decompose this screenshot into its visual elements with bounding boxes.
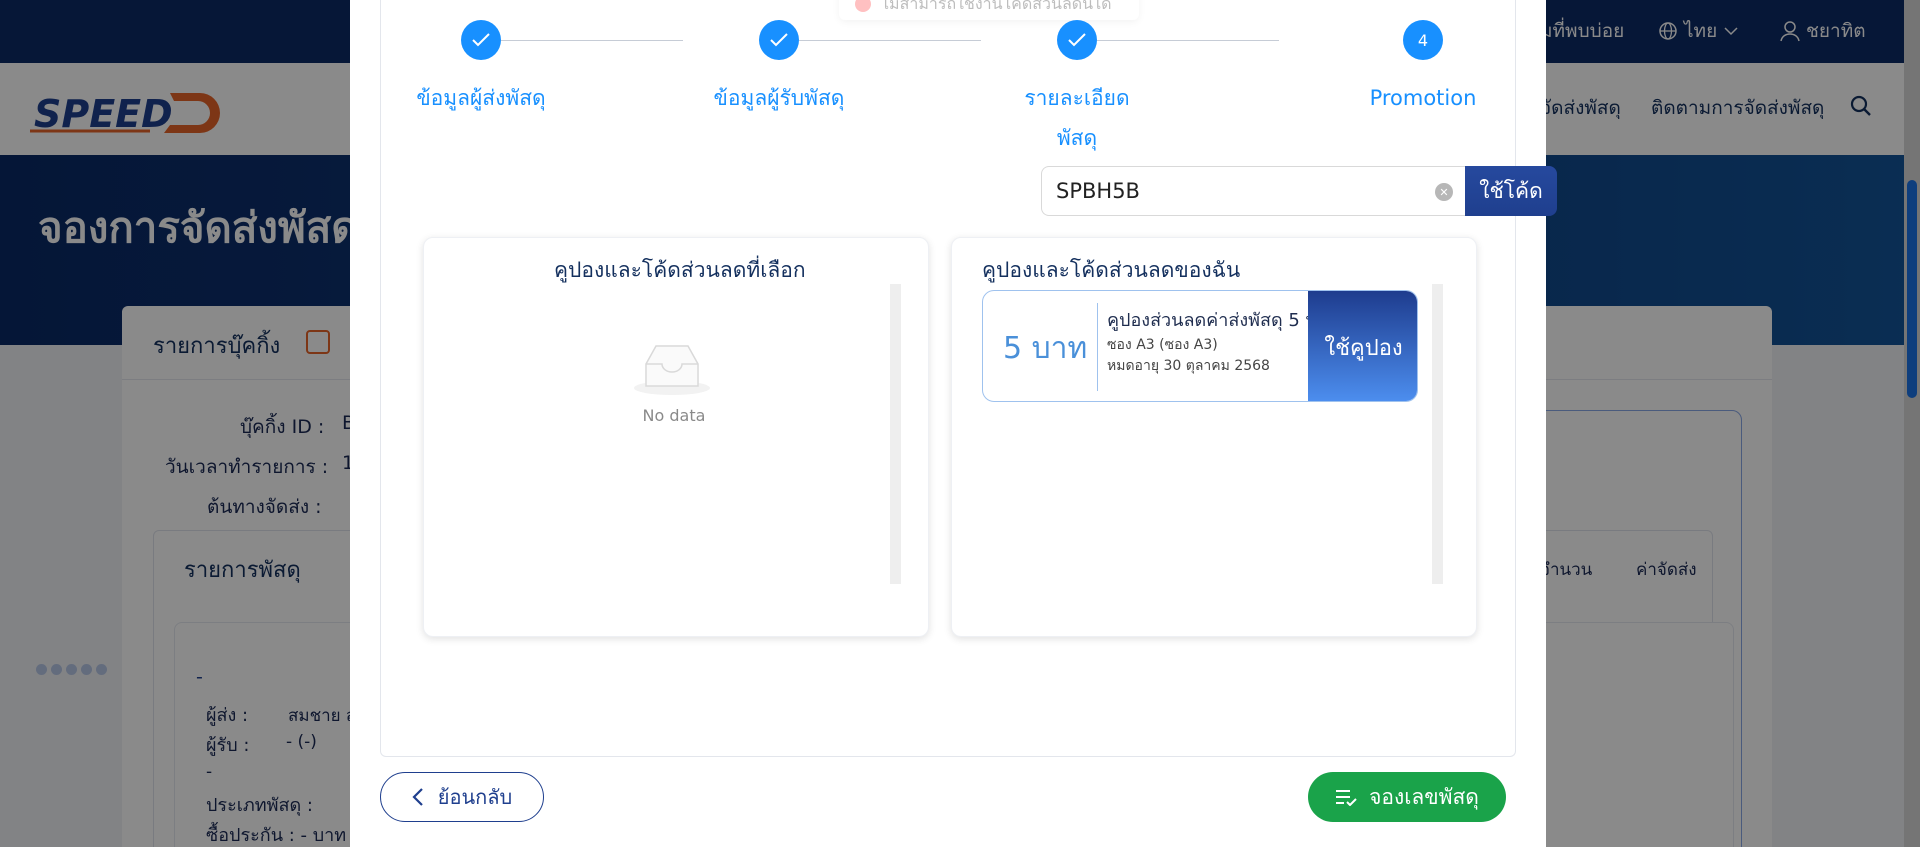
error-message: ไม่สามารถใช้งานโค้ดส่วนลดนี้ได้ bbox=[881, 0, 1112, 13]
coupon-divider bbox=[1097, 303, 1098, 391]
promotion-modal: ไม่สามารถใช้งานโค้ดส่วนลดนี้ได้ 4 ข้อมูล… bbox=[350, 0, 1557, 847]
step-label-promotion: Promotion bbox=[1369, 86, 1477, 110]
modal-body: ไม่สามารถใช้งานโค้ดส่วนลดนี้ได้ 4 ข้อมูล… bbox=[380, 0, 1557, 757]
error-icon bbox=[855, 0, 871, 12]
step-connector bbox=[1097, 40, 1279, 41]
back-label: ย้อนกลับ bbox=[437, 785, 513, 809]
back-button[interactable]: ย้อนกลับ bbox=[380, 772, 544, 822]
step-3-check-icon bbox=[1057, 20, 1097, 60]
book-parcel-button[interactable]: จองเลขพัสดุ bbox=[1308, 772, 1506, 822]
list-check-icon bbox=[1336, 790, 1357, 806]
coupon-amount: 5 บาท bbox=[1003, 331, 1088, 366]
selected-panel-scrollbar[interactable] bbox=[890, 284, 901, 584]
error-toast: ไม่สามารถใช้งานโค้ดส่วนลดนี้ได้ bbox=[839, 0, 1139, 20]
step-label-sender: ข้อมูลผู้ส่งพัสดุ bbox=[416, 86, 546, 110]
coupon-envelope-type: ซอง A3 (ซอง A3) bbox=[1107, 337, 1218, 353]
chevron-left-icon bbox=[412, 788, 423, 806]
step-1-check-icon bbox=[461, 20, 501, 60]
use-code-button[interactable]: ใช้โค้ด bbox=[1465, 166, 1557, 216]
coupon-name: คูปองส่วนลดค่าส่งพัสดุ 5 บาท SP bbox=[1107, 310, 1312, 331]
my-coupons-panel: คูปองและโค้ดส่วนลดของฉัน 5 บาท คูปองส่วน… bbox=[951, 237, 1477, 637]
empty-state-text: No data bbox=[642, 406, 706, 425]
book-label: จองเลขพัสดุ bbox=[1369, 784, 1479, 809]
coupon-card[interactable]: 5 บาท คูปองส่วนลดค่าส่งพัสดุ 5 บาท SP ซอ… bbox=[982, 290, 1418, 402]
empty-inbox-icon bbox=[634, 345, 710, 395]
step-4-number: 4 bbox=[1403, 20, 1443, 60]
step-connector bbox=[501, 40, 683, 41]
my-panel-title: คูปองและโค้ดส่วนลดของฉัน bbox=[982, 258, 1241, 282]
step-label-receiver: ข้อมูลผู้รับพัสดุ bbox=[713, 86, 845, 110]
coupon-code-field[interactable]: ✕ bbox=[1041, 166, 1465, 216]
use-coupon-button[interactable]: ใช้คูปอง bbox=[1308, 291, 1417, 401]
coupon-code-input[interactable] bbox=[1056, 175, 1416, 207]
coupon-expiry: หมดอายุ 30 ตุลาคม 2568 bbox=[1107, 358, 1270, 374]
selected-panel-title: คูปองและโค้ดส่วนลดที่เลือก bbox=[554, 258, 806, 282]
clear-icon[interactable]: ✕ bbox=[1435, 183, 1453, 201]
step-label-parcel-details: รายละเอียดพัสดุ bbox=[1024, 86, 1130, 150]
selected-coupons-panel: คูปองและโค้ดส่วนลดที่เลือก No data bbox=[423, 237, 929, 637]
my-panel-scrollbar[interactable] bbox=[1432, 284, 1443, 584]
step-2-check-icon bbox=[759, 20, 799, 60]
step-connector bbox=[799, 40, 981, 41]
